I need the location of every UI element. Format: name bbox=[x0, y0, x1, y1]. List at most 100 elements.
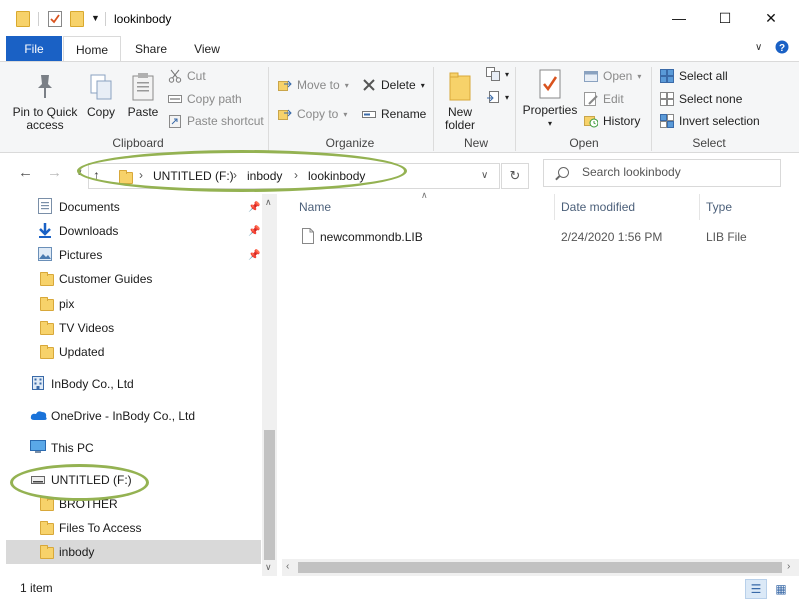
new-folder-quick-icon[interactable] bbox=[70, 11, 84, 27]
history-button[interactable]: History bbox=[584, 114, 640, 128]
up-arrow-icon[interactable]: ↑ bbox=[93, 167, 100, 183]
column-divider[interactable] bbox=[699, 194, 700, 220]
copy-path-icon bbox=[168, 92, 182, 106]
chevron-right-icon[interactable]: › bbox=[294, 168, 298, 182]
recent-locations-chevron-icon[interactable]: ∨ bbox=[76, 167, 83, 178]
pin-icon[interactable]: 📌 bbox=[248, 226, 260, 237]
folder-icon bbox=[40, 544, 54, 559]
move-to-chevron-icon: ▾ bbox=[344, 80, 349, 90]
refresh-icon[interactable]: ↻ bbox=[501, 163, 529, 189]
move-to-button[interactable]: Move to ▾ bbox=[278, 78, 349, 92]
nav-item-tv-videos[interactable]: TV Videos bbox=[6, 316, 261, 340]
properties-button[interactable]: Properties ▾ bbox=[522, 68, 578, 130]
chevron-right-icon[interactable]: › bbox=[139, 168, 143, 182]
rename-icon bbox=[362, 107, 376, 121]
easy-access-button[interactable]: ▾ bbox=[486, 90, 509, 104]
nav-item-label: UNTITLED (F:) bbox=[51, 473, 132, 487]
new-folder-button[interactable]: New folder bbox=[440, 70, 480, 132]
invert-selection-icon bbox=[660, 114, 674, 128]
invert-selection-button[interactable]: Invert selection bbox=[660, 114, 760, 128]
forward-arrow-icon[interactable]: → bbox=[47, 164, 62, 181]
nav-item-onedrive[interactable]: OneDrive - InBody Co., Ltd bbox=[6, 404, 261, 428]
tab-share[interactable]: Share bbox=[126, 36, 176, 62]
nav-item-pix[interactable]: pix bbox=[6, 292, 261, 316]
address-history-chevron-icon[interactable]: ∨ bbox=[481, 170, 488, 181]
documents-icon bbox=[38, 197, 52, 217]
tab-view[interactable]: View bbox=[184, 36, 230, 62]
column-header-date-modified[interactable]: Date modified bbox=[561, 200, 635, 214]
copy-button[interactable]: Copy bbox=[84, 72, 118, 119]
column-header-type[interactable]: Type bbox=[706, 200, 732, 214]
scroll-right-chevron-icon[interactable]: › bbox=[787, 561, 790, 572]
pin-icon[interactable]: 📌 bbox=[248, 202, 260, 213]
nav-item-untitled-drive[interactable]: UNTITLED (F:) bbox=[6, 468, 261, 492]
scroll-left-chevron-icon[interactable]: ‹ bbox=[286, 561, 289, 572]
nav-item-brother[interactable]: BROTHER bbox=[6, 492, 261, 516]
help-icon[interactable]: ? bbox=[775, 40, 789, 57]
nav-item-this-pc[interactable]: This PC bbox=[6, 436, 261, 460]
select-all-button[interactable]: Select all bbox=[660, 69, 728, 83]
address-bar[interactable]: ↑ › UNTITLED (F:) › inbody › lookinbody … bbox=[88, 163, 500, 189]
nav-item-customer-guides[interactable]: Customer Guides bbox=[6, 267, 261, 291]
maximize-button[interactable]: ☐ bbox=[702, 0, 748, 36]
scroll-up-chevron-icon[interactable]: ∧ bbox=[265, 197, 272, 208]
nav-item-label: Customer Guides bbox=[59, 272, 153, 286]
copy-to-button[interactable]: Copy to ▾ bbox=[278, 107, 347, 121]
details-view-icon[interactable]: ☰ bbox=[745, 579, 767, 599]
nav-item-downloads[interactable]: Downloads 📌 bbox=[6, 219, 261, 243]
search-input[interactable] bbox=[582, 165, 772, 179]
open-button[interactable]: Open ▾ bbox=[584, 69, 641, 83]
horizontal-scrollbar[interactable]: ‹ › bbox=[282, 559, 799, 576]
paste-shortcut-button[interactable]: Paste shortcut bbox=[168, 114, 264, 128]
file-row[interactable]: newcommondb.LIB 2/24/2020 1:56 PM LIB Fi… bbox=[294, 226, 799, 248]
pin-to-quick-access-button[interactable]: Pin to Quick access bbox=[10, 72, 80, 132]
edit-button[interactable]: Edit bbox=[584, 92, 624, 106]
select-none-button[interactable]: Select none bbox=[660, 92, 742, 106]
nav-item-files-to-access[interactable]: Files To Access bbox=[6, 516, 261, 540]
delete-x-icon bbox=[362, 78, 376, 92]
ribbon-tabs: File Home Share View ∨ ? bbox=[0, 36, 799, 62]
file-name: newcommondb.LIB bbox=[320, 230, 423, 244]
chevron-right-icon[interactable]: › bbox=[233, 168, 237, 182]
collapse-ribbon-chevron-icon[interactable]: ∨ bbox=[755, 42, 762, 53]
nav-item-label: Downloads bbox=[59, 224, 119, 238]
nav-scrollbar[interactable]: ∧ ∨ bbox=[262, 194, 277, 576]
large-icons-view-icon[interactable]: ▦ bbox=[770, 579, 792, 599]
column-divider[interactable] bbox=[554, 194, 555, 220]
delete-button[interactable]: Delete ▾ bbox=[362, 78, 425, 92]
scrollbar-thumb[interactable] bbox=[298, 562, 782, 573]
back-arrow-icon[interactable]: ← bbox=[18, 164, 33, 181]
tab-home[interactable]: Home bbox=[63, 36, 121, 62]
nav-item-updated[interactable]: Updated bbox=[6, 340, 261, 364]
customize-toolbar-chevron-icon[interactable]: ▼ bbox=[91, 13, 100, 23]
breadcrumb-lookinbody[interactable]: lookinbody bbox=[308, 169, 365, 183]
tab-file[interactable]: File bbox=[6, 36, 62, 62]
scroll-down-chevron-icon[interactable]: ∨ bbox=[265, 562, 272, 573]
copy-path-button[interactable]: Copy path bbox=[168, 92, 242, 106]
nav-item-inbody-co[interactable]: InBody Co., Ltd bbox=[6, 372, 261, 396]
nav-item-label: TV Videos bbox=[59, 321, 115, 335]
paste-button[interactable]: Paste bbox=[126, 72, 160, 119]
open-icon bbox=[584, 69, 598, 83]
nav-item-pictures[interactable]: Pictures 📌 bbox=[6, 243, 261, 267]
properties-checkmark-icon[interactable] bbox=[48, 11, 62, 30]
scrollbar-thumb[interactable] bbox=[264, 430, 275, 560]
cut-button[interactable]: Cut bbox=[168, 69, 206, 83]
breadcrumb-inbody[interactable]: inbody bbox=[247, 169, 282, 183]
nav-item-inbody[interactable]: inbody bbox=[6, 540, 261, 564]
new-item-chevron-icon: ▾ bbox=[505, 69, 510, 79]
rename-button[interactable]: Rename bbox=[362, 107, 426, 121]
minimize-button[interactable]: — bbox=[656, 0, 702, 36]
search-box[interactable] bbox=[543, 159, 781, 187]
breadcrumb-drive[interactable]: UNTITLED (F:) bbox=[153, 169, 234, 183]
ribbon-divider bbox=[651, 67, 652, 151]
column-header-name[interactable]: Name bbox=[299, 200, 331, 214]
organize-group-label: Organize bbox=[325, 136, 375, 150]
nav-item-documents[interactable]: Documents 📌 bbox=[6, 195, 261, 219]
folder-icon bbox=[40, 496, 54, 511]
paste-label: Paste bbox=[127, 105, 159, 119]
pin-icon[interactable]: 📌 bbox=[248, 250, 260, 261]
divider bbox=[105, 12, 106, 26]
new-item-button[interactable]: ▾ bbox=[486, 67, 509, 81]
close-button[interactable]: ✕ bbox=[748, 0, 794, 36]
